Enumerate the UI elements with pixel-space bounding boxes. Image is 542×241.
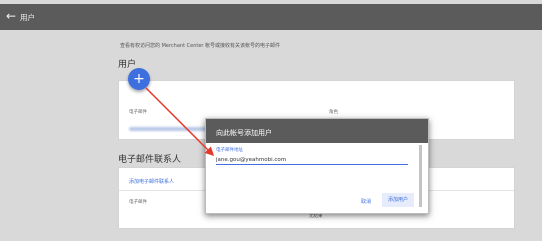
annotation-arrow-icon [145, 87, 215, 157]
page-background: ← 用户 查看有权访问您的 Merchant Center 帐号或接收有关该帐号… [0, 0, 542, 241]
